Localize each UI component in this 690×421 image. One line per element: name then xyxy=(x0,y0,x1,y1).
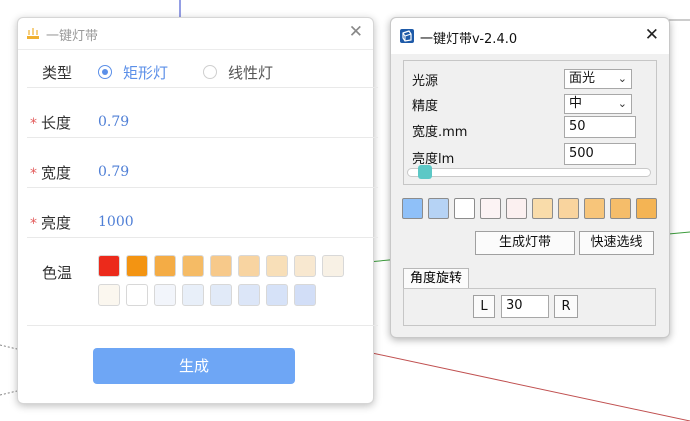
chevron-down-icon: ⌄ xyxy=(617,72,627,85)
color-swatch[interactable] xyxy=(154,255,176,277)
color-temp-label: 色温 xyxy=(42,264,73,282)
close-icon[interactable]: ✕ xyxy=(349,22,363,42)
divider xyxy=(27,137,378,138)
color-swatch[interactable] xyxy=(98,284,120,306)
light-source-label: 光源 xyxy=(412,74,439,89)
window-titlebar: 一键灯带v-2.4.0 ✕ xyxy=(391,18,669,54)
length-label: * 长度 xyxy=(30,114,72,132)
color-swatch[interactable] xyxy=(238,284,260,306)
quick-select-button[interactable]: 快速选线 xyxy=(579,231,654,255)
color-swatch[interactable] xyxy=(294,284,316,306)
width-input[interactable]: 0.79 xyxy=(98,164,129,180)
divider xyxy=(27,87,378,88)
color-swatch[interactable] xyxy=(610,198,631,219)
close-icon[interactable]: ✕ xyxy=(645,25,659,45)
rotate-left-button[interactable]: L xyxy=(473,295,495,318)
color-swatch[interactable] xyxy=(428,198,449,219)
color-swatch[interactable] xyxy=(294,255,316,277)
color-swatch[interactable] xyxy=(480,198,501,219)
rect-light-radio[interactable] xyxy=(98,65,112,79)
brightness-lm-label: 亮度lm xyxy=(412,152,455,167)
rotation-angle-input[interactable]: 30 xyxy=(501,295,549,318)
precision-label: 精度 xyxy=(412,99,439,114)
color-swatch[interactable] xyxy=(584,198,605,219)
rect-light-label[interactable]: 矩形灯 xyxy=(123,62,168,83)
brightness-lm-input[interactable]: 500 xyxy=(564,143,636,165)
divider xyxy=(27,237,378,238)
width-mm-label: 宽度.mm xyxy=(412,125,468,140)
light-strip-tool-window: 一键灯带v-2.4.0 ✕ 光源 面光 ⌄ 精度 中 ⌄ 宽度.mm 50 亮度lm… xyxy=(390,17,670,338)
brightness-input[interactable]: 1000 xyxy=(98,214,134,230)
dialog-titlebar: 一键灯带 ✕ xyxy=(18,18,373,50)
dialog-title: 一键灯带 xyxy=(46,29,99,44)
color-swatch[interactable] xyxy=(154,284,176,306)
light-strip-dialog: 一键灯带 ✕ 类型 矩形灯 线性灯 * 长度 0.79 * 宽度 0.79 * 亮度 … xyxy=(17,17,378,404)
slider-track[interactable] xyxy=(407,168,651,177)
color-swatch[interactable] xyxy=(210,255,232,277)
color-swatch[interactable] xyxy=(182,255,204,277)
color-swatch[interactable] xyxy=(506,198,527,219)
color-swatch[interactable] xyxy=(98,255,120,277)
color-swatch[interactable] xyxy=(266,255,288,277)
divider xyxy=(27,325,378,326)
color-swatch[interactable] xyxy=(238,255,260,277)
window-title: 一键灯带v-2.4.0 xyxy=(420,32,518,47)
generate-strip-button[interactable]: 生成灯带 xyxy=(475,231,575,255)
slider-handle[interactable] xyxy=(418,165,432,179)
color-swatch[interactable] xyxy=(210,284,232,306)
color-swatch[interactable] xyxy=(126,284,148,306)
chevron-down-icon: ⌄ xyxy=(617,97,627,110)
length-input[interactable]: 0.79 xyxy=(98,114,129,130)
divider xyxy=(27,187,378,188)
color-swatch[interactable] xyxy=(126,255,148,277)
color-swatch[interactable] xyxy=(454,198,475,219)
color-swatch[interactable] xyxy=(636,198,657,219)
color-swatch[interactable] xyxy=(182,284,204,306)
color-swatch[interactable] xyxy=(558,198,579,219)
linear-light-radio[interactable] xyxy=(203,65,217,79)
rotate-right-button[interactable]: R xyxy=(554,295,578,318)
lamp-logo-icon xyxy=(27,28,39,39)
color-swatch[interactable] xyxy=(322,255,344,277)
width-label: * 宽度 xyxy=(30,164,72,182)
brightness-label: * 亮度 xyxy=(30,214,72,232)
generate-button[interactable]: 生成 xyxy=(93,348,295,384)
width-mm-input[interactable]: 50 xyxy=(564,116,636,138)
color-swatch[interactable] xyxy=(532,198,553,219)
color-swatch[interactable] xyxy=(266,284,288,306)
light-source-select[interactable]: 面光 ⌄ xyxy=(564,69,632,89)
sketchup-logo-icon xyxy=(400,29,414,43)
type-label: 类型 xyxy=(42,64,73,82)
precision-select[interactable]: 中 ⌄ xyxy=(564,94,632,114)
linear-light-label[interactable]: 线性灯 xyxy=(228,62,273,83)
color-swatch[interactable] xyxy=(402,198,423,219)
tab-rotation[interactable]: 角度旋转 xyxy=(403,268,469,289)
